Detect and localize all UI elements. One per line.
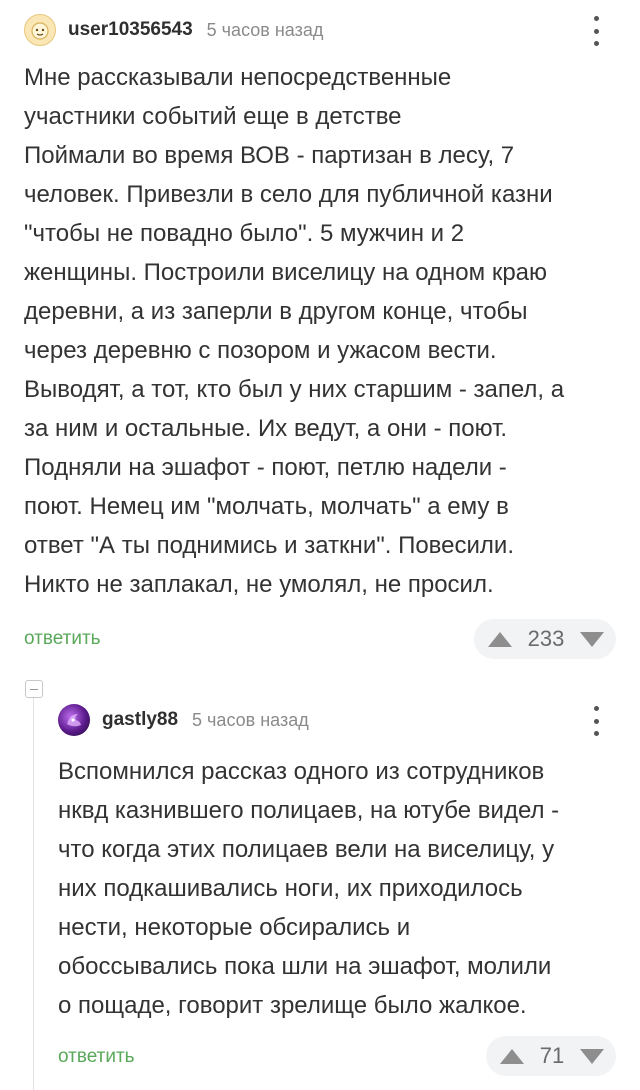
rating-widget: 233 [474,619,616,659]
avatar-icon [31,22,49,40]
downvote-arrow-icon[interactable] [579,1048,604,1064]
rating-widget: 71 [486,1036,616,1076]
comment-text: Мне рассказывали непосредственные участн… [24,64,565,598]
collapse-thread-button[interactable] [25,680,43,698]
username[interactable]: user10356543 [68,19,193,41]
rating-count: 71 [539,1043,565,1068]
downvote-arrow-icon[interactable] [580,631,604,647]
upvote-arrow-icon[interactable] [500,1048,524,1064]
reply-button[interactable]: ответить [58,1046,135,1068]
avatar[interactable] [24,14,56,46]
thread-line[interactable] [33,698,34,1090]
username[interactable]: gastly88 [102,709,178,731]
comment-header: user10356543 5 часов назад [24,14,323,46]
minus-icon [30,688,38,690]
timestamp: 5 часов назад [206,19,324,40]
reply-button[interactable]: ответить [24,628,101,650]
upvote-arrow-icon[interactable] [488,631,512,647]
comment-header: gastly88 5 часов назад [58,704,309,736]
timestamp: 5 часов назад [192,709,309,730]
rating-count: 233 [527,626,565,651]
more-options-icon[interactable] [593,16,599,46]
avatar-icon [67,714,81,727]
comment-text: Вспомнился рассказ одного из сотрудников… [58,758,560,1019]
more-options-icon[interactable] [593,706,599,736]
avatar[interactable] [58,704,90,736]
